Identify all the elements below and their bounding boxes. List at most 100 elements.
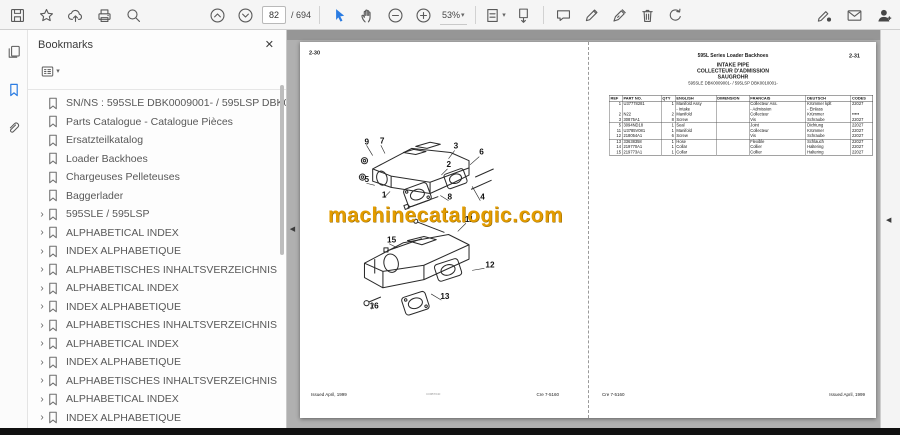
bottom-edge-bar: [0, 428, 900, 435]
exploded-parts-diagram: 9 736251 8 41115121316: [358, 136, 495, 316]
bookmark-item[interactable]: › ALPHABETISCHES INHALTSVERZEICHNIS: [28, 261, 286, 280]
bookmark-ribbon-icon: [48, 226, 62, 239]
section-title-de: SAUGROHR: [717, 74, 749, 80]
toolbar-divider: [542, 6, 544, 24]
bookmark-item[interactable]: › ALPHABETICAL INDEX: [28, 279, 286, 298]
bookmarks-options-button[interactable]: ▾: [36, 59, 64, 83]
bookmark-label: ALPHABETISCHES INHALTSVERZEICHNIS: [66, 319, 278, 332]
bookmark-label: ALPHABETISCHES INHALTSVERZEICHNIS: [66, 374, 278, 387]
bookmarks-panel-button[interactable]: [2, 78, 25, 102]
bookmark-ribbon-icon: [48, 208, 62, 221]
bookmarks-scrollbar-thumb[interactable]: [280, 85, 284, 255]
parts-table-cell: [715, 101, 750, 112]
parts-table-cell: Haltering: [805, 149, 851, 156]
bookmark-label: Loader Backhoes: [66, 152, 148, 165]
chevron-right-icon[interactable]: ›: [36, 357, 48, 368]
chevron-right-icon[interactable]: ›: [36, 375, 48, 386]
chevron-right-icon[interactable]: ›: [36, 209, 48, 220]
zoom-level-dropdown[interactable]: 53% ▾: [440, 5, 467, 25]
chevron-right-icon[interactable]: ›: [36, 283, 48, 294]
acrobat-window: / 694 53% ▾ ▾: [0, 0, 900, 435]
chevron-right-icon[interactable]: ›: [36, 394, 48, 405]
svg-text:2: 2: [446, 160, 451, 169]
bookmark-label: ALPHABETICAL INDEX: [66, 282, 179, 295]
bookmark-item[interactable]: › Parts Catalogue - Catalogue Pièces: [28, 113, 286, 132]
bookmarks-list: › SN/NS : 595SLE DBK0009001- / 595LSP DB…: [28, 90, 286, 428]
bookmark-item[interactable]: › Baggerlader: [28, 187, 286, 206]
bookmark-ribbon-icon: [48, 189, 62, 202]
left-page-footer-code: C09BT040: [426, 393, 441, 396]
page-spread: 2-30 9 7 3 6 2 5 1 8 4 11 15 12 13 16 ma…: [300, 42, 876, 418]
zoom-in-button[interactable]: [412, 3, 435, 27]
fill-sign-button[interactable]: [608, 3, 631, 27]
expand-tools-handle[interactable]: ◀: [886, 216, 891, 224]
parts-table-cell: Collier: [748, 149, 806, 156]
bookmarks-panel-header: Bookmarks ✕: [28, 30, 286, 57]
bookmark-item[interactable]: › Loader Backhoes: [28, 150, 286, 169]
highlight-pen-button[interactable]: [580, 3, 603, 27]
right-page-header-title: 595L Series Loader Backhoes: [697, 53, 769, 59]
svg-text:1: 1: [382, 191, 387, 200]
bookmark-item[interactable]: › INDEX ALPHABETIQUE: [28, 298, 286, 317]
scrolling-mode-button[interactable]: [512, 3, 535, 27]
next-page-button[interactable]: [234, 3, 257, 27]
chevron-right-icon[interactable]: ›: [36, 264, 48, 275]
request-signatures-button[interactable]: [813, 3, 836, 27]
right-page-footer-issued: Issued April, 1999: [829, 392, 865, 397]
delete-button[interactable]: [636, 3, 659, 27]
zoom-out-button[interactable]: [384, 3, 407, 27]
save-icon: [10, 8, 25, 22]
chevron-right-icon[interactable]: ›: [36, 227, 48, 238]
bookmark-item[interactable]: › ALPHABETICAL INDEX: [28, 224, 286, 243]
svg-text:3: 3: [454, 141, 459, 150]
chevron-right-icon[interactable]: ›: [36, 320, 48, 331]
bookmarks-panel-title: Bookmarks: [38, 38, 94, 51]
page-down-icon: [238, 7, 253, 23]
select-tool-button[interactable]: [328, 3, 351, 27]
bookmark-label: ALPHABETICAL INDEX: [66, 226, 179, 239]
bookmark-ribbon-icon: [48, 300, 62, 313]
bookmark-item[interactable]: › Ersatzteilkatalog: [28, 131, 286, 150]
share-upload-button[interactable]: [64, 3, 87, 27]
collapse-sidebar-handle[interactable]: ◀: [288, 222, 297, 236]
print-button[interactable]: [93, 3, 116, 27]
pen-person-icon: [817, 10, 832, 22]
svg-text:13: 13: [440, 292, 450, 301]
plus-circle-icon: [416, 7, 431, 23]
close-icon: ✕: [264, 39, 274, 51]
bookmark-item[interactable]: › INDEX ALPHABETIQUE: [28, 409, 286, 428]
page-thumbnails-button[interactable]: [2, 40, 25, 64]
document-viewport[interactable]: ◀ 2-30 9 7 3 6 2 5 1 8 4 11 15 12 13 16 …: [287, 30, 880, 428]
bookmark-item[interactable]: › ALPHABETICAL INDEX: [28, 390, 286, 409]
bookmark-item[interactable]: › SN/NS : 595SLE DBK0009001- / 595LSP DB…: [28, 94, 286, 113]
bookmark-item[interactable]: › ALPHABETICAL INDEX: [28, 335, 286, 354]
chevron-right-icon[interactable]: ›: [36, 301, 48, 312]
bookmark-item[interactable]: › 595SLE / 595LSP: [28, 205, 286, 224]
star-button[interactable]: [35, 3, 58, 27]
bookmark-item[interactable]: › Chargeuses Pelleteuses: [28, 168, 286, 187]
save-button[interactable]: [6, 3, 29, 27]
bookmark-item[interactable]: › INDEX ALPHABETIQUE: [28, 353, 286, 372]
watermark-text: machinecatalogic.com: [328, 203, 564, 227]
chevron-right-icon[interactable]: ›: [36, 338, 48, 349]
account-button[interactable]: [873, 3, 896, 27]
hand-tool-button[interactable]: [356, 3, 379, 27]
bookmark-item[interactable]: › ALPHABETISCHES INHALTSVERZEICHNIS: [28, 316, 286, 335]
redo-button[interactable]: [664, 3, 687, 27]
search-button[interactable]: [122, 3, 145, 27]
bookmark-ribbon-icon: [48, 374, 62, 387]
parts-table-cell: 22027: [850, 101, 873, 112]
comment-button[interactable]: [552, 3, 575, 27]
bookmark-item[interactable]: › INDEX ALPHABETIQUE: [28, 242, 286, 261]
page-number-input[interactable]: [262, 6, 286, 24]
chevron-right-icon[interactable]: ›: [36, 412, 48, 423]
close-panel-button[interactable]: ✕: [265, 38, 274, 51]
chevron-right-icon[interactable]: ›: [36, 246, 48, 257]
attachments-button[interactable]: [2, 116, 25, 140]
fit-page-dropdown-button[interactable]: ▾: [484, 3, 507, 27]
previous-page-button[interactable]: [206, 3, 229, 27]
send-email-button[interactable]: [843, 3, 866, 27]
pages-icon: [8, 45, 20, 58]
person-add-icon: [878, 9, 892, 21]
bookmark-item[interactable]: › ALPHABETISCHES INHALTSVERZEICHNIS: [28, 372, 286, 391]
